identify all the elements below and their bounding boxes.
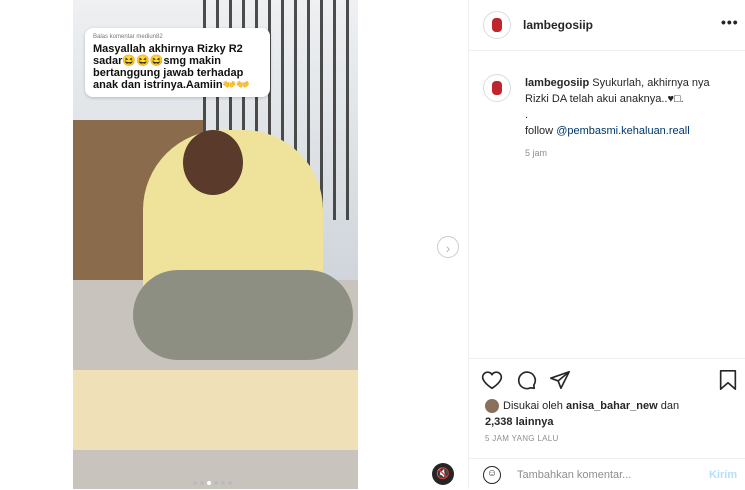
carousel-dot: [221, 481, 225, 485]
video-caption-sticker: Balas komentar mediun82 Masyallah akhirn…: [85, 28, 270, 97]
video-person-head: [183, 130, 243, 195]
action-bar: [469, 358, 745, 390]
posted-time: 5 JAM YANG LALU: [485, 434, 559, 443]
video-person-legs: [133, 270, 353, 360]
comment-input[interactable]: Tambahkan komentar...: [517, 469, 631, 481]
video-play-mat: [73, 370, 358, 450]
header-username[interactable]: lambegosiip: [523, 18, 593, 32]
next-slide-button[interactable]: ›: [437, 236, 459, 258]
carousel-dot: [214, 481, 218, 485]
carousel-dot: [200, 481, 204, 485]
likes-count[interactable]: 2,338 lainnya: [485, 416, 554, 428]
mute-icon[interactable]: 🔇: [432, 463, 454, 485]
carousel-dots: [193, 481, 232, 485]
likes-summary: Disukai oleh anisa_bahar_new dan 2,338 l…: [485, 398, 679, 430]
send-comment-button[interactable]: Kirim: [709, 469, 737, 481]
bookmark-icon[interactable]: [717, 369, 739, 391]
comment-dot: .: [525, 109, 529, 121]
liked-by-prefix: Disukai oleh: [503, 400, 566, 412]
liked-by-and: dan: [657, 400, 680, 412]
comment-username[interactable]: lambegosiip: [525, 77, 589, 89]
heart-icon[interactable]: [481, 369, 503, 391]
comment-icon[interactable]: [515, 369, 537, 391]
liker-avatar[interactable]: [485, 399, 499, 414]
post-details-panel: lambegosiip ••• lambegosiip Syukurlah, a…: [468, 0, 745, 489]
comment-time: 5 jam: [525, 148, 548, 158]
caption-comment: lambegosiip Syukurlah, akhirnya nya Rizk…: [525, 75, 730, 139]
add-comment-bar: ☺ Tambahkan komentar... Kirim: [469, 458, 745, 490]
follow-label: follow: [525, 125, 557, 137]
more-options-icon[interactable]: •••: [721, 14, 739, 30]
carousel-dot-active: [207, 481, 211, 485]
post-media-panel: Balas komentar mediun82 Masyallah akhirn…: [0, 0, 468, 489]
carousel-dot: [228, 481, 232, 485]
comment-avatar[interactable]: [483, 74, 511, 102]
avatar[interactable]: [483, 11, 511, 39]
caption-text: Masyallah akhirnya Rizky R2 sadar😆😆😆smg …: [93, 43, 250, 91]
post-video[interactable]: Balas komentar mediun82 Masyallah akhirn…: [73, 0, 358, 489]
post-header: lambegosiip •••: [469, 0, 745, 51]
carousel-dot: [193, 481, 197, 485]
caption-meta: Balas komentar mediun82: [93, 34, 163, 40]
emoji-icon[interactable]: ☺: [483, 466, 501, 484]
share-icon[interactable]: [549, 369, 571, 391]
liked-by-user[interactable]: anisa_bahar_new: [566, 400, 658, 412]
follow-link[interactable]: @pembasmi.kehaluan.reall: [556, 125, 689, 137]
